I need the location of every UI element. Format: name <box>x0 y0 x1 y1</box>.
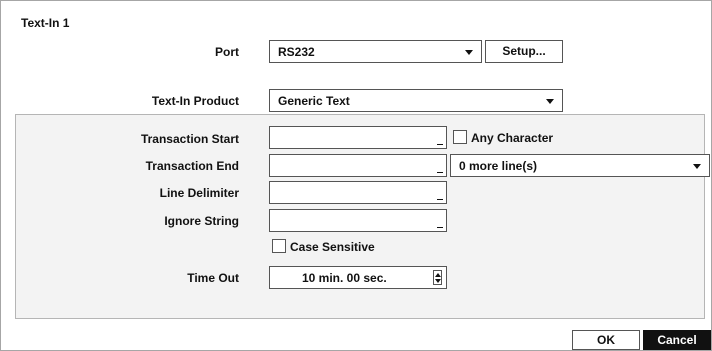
line-delimiter-label: Line Delimiter <box>159 186 239 200</box>
case-sensitive-label: Case Sensitive <box>290 240 375 254</box>
ok-button[interactable]: OK <box>572 330 640 350</box>
any-character-checkbox[interactable] <box>453 130 467 144</box>
ignore-string-label: Ignore String <box>164 214 239 228</box>
more-lines-value: 0 more line(s) <box>459 159 538 173</box>
more-lines-select[interactable]: 0 more line(s) <box>450 154 710 177</box>
case-sensitive-checkbox[interactable] <box>272 239 286 253</box>
text-in-product-value: Generic Text <box>278 94 350 108</box>
cancel-button[interactable]: Cancel <box>643 330 711 350</box>
port-label: Port <box>215 45 239 59</box>
any-character-label: Any Character <box>471 131 554 145</box>
time-out-spinbox[interactable]: 10 min. 00 sec. <box>269 266 447 289</box>
time-out-value: 10 min. 00 sec. <box>302 271 387 285</box>
spin-up-icon <box>435 273 441 277</box>
chevron-down-icon <box>693 164 701 169</box>
text-cursor-icon <box>437 172 443 173</box>
transaction-start-input[interactable] <box>269 126 447 149</box>
text-cursor-icon <box>437 227 443 228</box>
text-in-product-label: Text-In Product <box>151 94 239 108</box>
ignore-string-input[interactable] <box>269 209 447 232</box>
chevron-down-icon <box>465 50 473 55</box>
spinner-arrows-icon[interactable] <box>433 270 442 285</box>
transaction-end-label: Transaction End <box>145 159 239 173</box>
text-cursor-icon <box>437 144 443 145</box>
setup-button[interactable]: Setup... <box>485 40 563 63</box>
text-in-product-select[interactable]: Generic Text <box>269 89 563 112</box>
port-select-value: RS232 <box>278 45 315 59</box>
time-out-label: Time Out <box>187 271 239 285</box>
text-cursor-icon <box>437 199 443 200</box>
spin-down-icon <box>435 279 441 283</box>
transaction-start-label: Transaction Start <box>140 132 239 146</box>
chevron-down-icon <box>546 99 554 104</box>
port-select[interactable]: RS232 <box>269 40 482 63</box>
text-in-dialog: Text-In 1 Port RS232 Setup... Text-In Pr… <box>0 0 712 351</box>
transaction-end-input[interactable] <box>269 154 447 177</box>
line-delimiter-input[interactable] <box>269 181 447 204</box>
dialog-title: Text-In 1 <box>21 16 70 30</box>
